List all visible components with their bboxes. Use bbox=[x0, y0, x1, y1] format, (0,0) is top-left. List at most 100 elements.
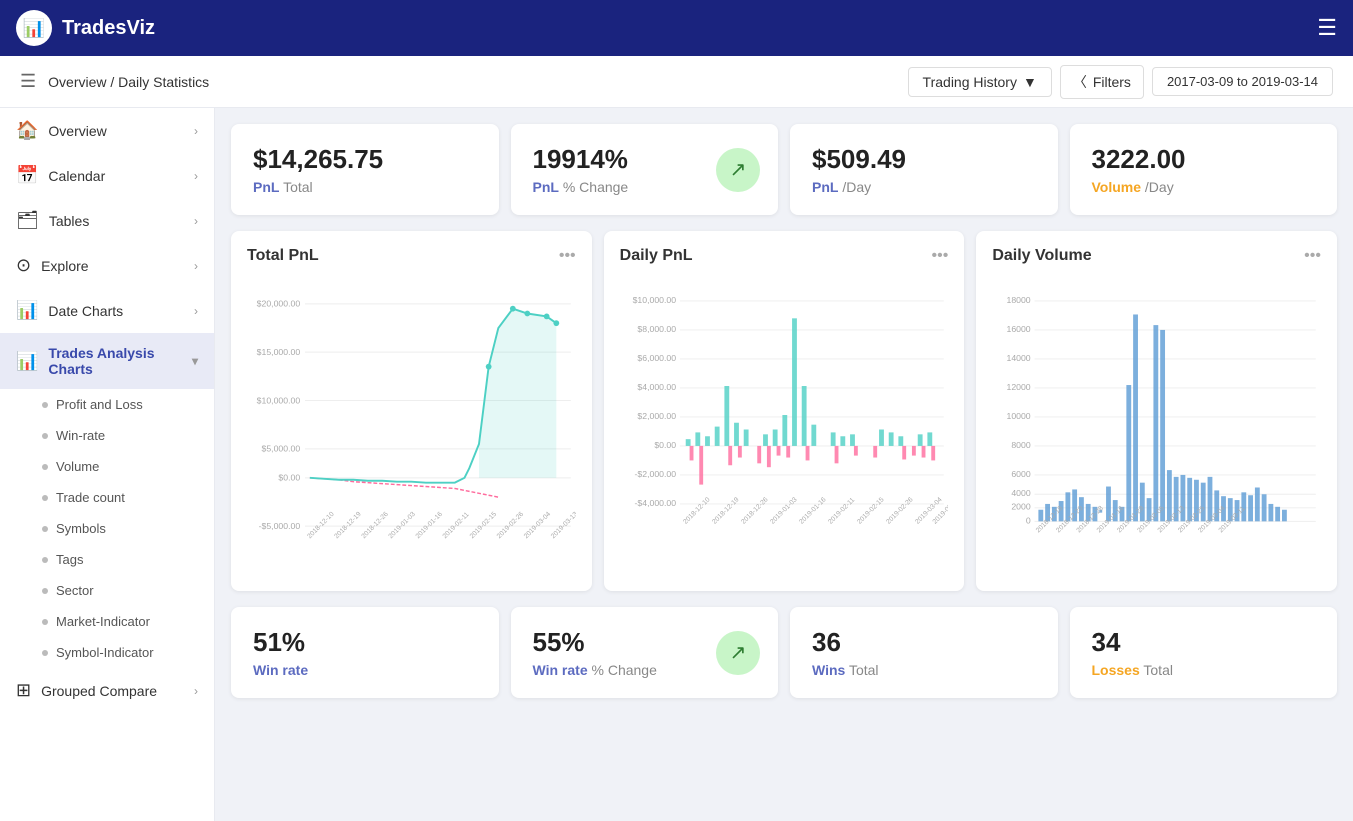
svg-text:2000: 2000 bbox=[1012, 502, 1031, 512]
sidebar-item-overview[interactable]: 🏠 Overview › bbox=[0, 108, 214, 153]
volume-label: Volume bbox=[1092, 179, 1142, 195]
sidebar-item-trades-analysis[interactable]: 📊 Trades Analysis Charts ▾ bbox=[0, 333, 214, 389]
sidebar-sub-symbol-indicator[interactable]: Symbol-Indicator bbox=[0, 637, 214, 668]
sidebar-item-grouped-compare[interactable]: ⊞ Grouped Compare › bbox=[0, 668, 214, 713]
top-nav: 📊 TradesViz ☰ bbox=[0, 0, 1353, 56]
wins-total-value: 36 bbox=[812, 627, 1036, 658]
volume-day-label: Volume /Day bbox=[1092, 179, 1316, 195]
chevron-icon: ▾ bbox=[192, 354, 198, 368]
svg-text:2018-12-10: 2018-12-10 bbox=[306, 511, 336, 541]
sidebar-sub-symbols[interactable]: Symbols bbox=[0, 513, 214, 544]
dot-icon bbox=[42, 433, 48, 439]
sidebar-label-trades-analysis: Trades Analysis Charts bbox=[48, 345, 182, 377]
sidebar-item-date-charts[interactable]: 📊 Date Charts › bbox=[0, 288, 214, 333]
grouped-compare-icon: ⊞ bbox=[16, 680, 31, 701]
wins-sublabel: Total bbox=[849, 662, 879, 678]
svg-text:-$4,000.00: -$4,000.00 bbox=[634, 498, 676, 508]
svg-text:-$2,000.00: -$2,000.00 bbox=[634, 469, 676, 479]
svg-text:2019-01-03: 2019-01-03 bbox=[387, 511, 417, 541]
svg-text:2019-03-13: 2019-03-13 bbox=[550, 511, 576, 541]
win-rate-pct-sublabel: % Change bbox=[592, 662, 657, 678]
sidebar-sub-market-indicator[interactable]: Market-Indicator bbox=[0, 606, 214, 637]
app-name: TradesViz bbox=[62, 17, 155, 40]
svg-text:6000: 6000 bbox=[1012, 469, 1031, 479]
sidebar-sub-volume[interactable]: Volume bbox=[0, 451, 214, 482]
top-stat-cards: $14,265.75 PnL Total 19914% PnL % Change… bbox=[231, 124, 1337, 215]
pnl-pct-sublabel: % Change bbox=[563, 179, 628, 195]
svg-text:$5,000.00: $5,000.00 bbox=[262, 444, 301, 454]
dot-icon bbox=[42, 526, 48, 532]
svg-text:2019-02-11: 2019-02-11 bbox=[827, 496, 856, 525]
sub-label-profit-loss: Profit and Loss bbox=[56, 397, 143, 412]
svg-text:2019-01-03: 2019-01-03 bbox=[769, 496, 799, 526]
sidebar-sub-sector[interactable]: Sector bbox=[0, 575, 214, 606]
chevron-icon: › bbox=[194, 214, 198, 228]
sidebar-item-calendar[interactable]: 📅 Calendar › bbox=[0, 153, 214, 198]
breadcrumb: Overview / Daily Statistics bbox=[48, 74, 209, 90]
trading-history-button[interactable]: Trading History ▼ bbox=[908, 67, 1052, 97]
sub-label-symbol-indicator: Symbol-Indicator bbox=[56, 645, 154, 660]
chart-menu-daily-pnl[interactable]: ••• bbox=[932, 247, 949, 265]
svg-text:2018-12-19: 2018-12-19 bbox=[333, 511, 363, 541]
main-content: $14,265.75 PnL Total 19914% PnL % Change… bbox=[215, 108, 1353, 821]
breadcrumb-right: Trading History ▼ 〈 Filters 2017-03-09 t… bbox=[908, 65, 1333, 99]
date-range-text: 2017-03-09 to 2019-03-14 bbox=[1167, 74, 1318, 89]
stat-card-pnl-total: $14,265.75 PnL Total bbox=[231, 124, 499, 215]
pnl-day-sublabel: /Day bbox=[842, 179, 871, 195]
volume-sublabel: /Day bbox=[1145, 179, 1174, 195]
chart-menu-daily-volume[interactable]: ••• bbox=[1304, 247, 1321, 265]
chart-header-total-pnl: Total PnL ••• bbox=[247, 247, 576, 265]
date-range-button[interactable]: 2017-03-09 to 2019-03-14 bbox=[1152, 67, 1333, 96]
sub-label-win-rate: Win-rate bbox=[56, 428, 105, 443]
losses-label: Losses bbox=[1092, 662, 1140, 678]
stat-card-losses-total: 34 Losses Total bbox=[1070, 607, 1338, 698]
filters-button[interactable]: 〈 Filters bbox=[1060, 65, 1144, 99]
losses-total-label: Losses Total bbox=[1092, 662, 1316, 678]
pnl-label: PnL bbox=[533, 179, 559, 195]
home-icon: 🏠 bbox=[16, 120, 38, 141]
daily-pnl-chart: $10,000.00 $8,000.00 $6,000.00 $4,000.00… bbox=[620, 275, 949, 555]
total-pnl-chart: $20,000.00 $15,000.00 $10,000.00 $5,000.… bbox=[247, 275, 576, 555]
svg-text:2019-02-15: 2019-02-15 bbox=[856, 496, 886, 526]
stat-card-win-rate: 51% Win rate bbox=[231, 607, 499, 698]
main-layout: 🏠 Overview › 📅 Calendar › 🗂 Tables › ⊙ E… bbox=[0, 108, 1353, 821]
sidebar-toggle-icon[interactable]: ☰ bbox=[20, 71, 36, 92]
pnl-day-value: $509.49 bbox=[812, 144, 1036, 175]
sidebar-sub-tags[interactable]: Tags bbox=[0, 544, 214, 575]
filters-label: Filters bbox=[1093, 74, 1131, 90]
dot-icon bbox=[42, 588, 48, 594]
svg-text:8000: 8000 bbox=[1012, 440, 1031, 450]
calendar-icon: 📅 bbox=[16, 165, 38, 186]
svg-text:2018-12-10: 2018-12-10 bbox=[682, 496, 712, 526]
chart-header-daily-volume: Daily Volume ••• bbox=[992, 247, 1321, 265]
stat-card-wins-total: 36 Wins Total bbox=[790, 607, 1058, 698]
chevron-icon: › bbox=[194, 124, 198, 138]
stat-card-win-rate-pct: 55% Win rate % Change ↗ bbox=[511, 607, 779, 698]
dot-icon bbox=[42, 650, 48, 656]
trades-analysis-icon: 📊 bbox=[16, 351, 38, 372]
wins-total-label: Wins Total bbox=[812, 662, 1036, 678]
chart-menu-total-pnl[interactable]: ••• bbox=[559, 247, 576, 265]
chart-card-daily-volume: Daily Volume ••• 18000 16000 14000 12000… bbox=[976, 231, 1337, 591]
sidebar-item-tables[interactable]: 🗂 Tables › bbox=[0, 198, 214, 243]
svg-text:10000: 10000 bbox=[1007, 411, 1031, 421]
sidebar-item-explore[interactable]: ⊙ Explore › bbox=[0, 243, 214, 288]
chevron-icon: › bbox=[194, 684, 198, 698]
logo-area: 📊 TradesViz bbox=[16, 10, 155, 46]
chevron-icon: › bbox=[194, 304, 198, 318]
svg-text:$4,000.00: $4,000.00 bbox=[637, 382, 676, 392]
sidebar-sub-profit-loss[interactable]: Profit and Loss bbox=[0, 389, 214, 420]
chart-title-total-pnl: Total PnL bbox=[247, 247, 319, 265]
chart-row: Total PnL ••• $20,000.00 $15,000.00 $10,… bbox=[231, 231, 1337, 591]
svg-text:12000: 12000 bbox=[1007, 382, 1031, 392]
sidebar-sub-win-rate[interactable]: Win-rate bbox=[0, 420, 214, 451]
bottom-stat-cards: 51% Win rate 55% Win rate % Change ↗ 36 … bbox=[231, 607, 1337, 698]
sidebar-sub-trade-count[interactable]: Trade count bbox=[0, 482, 214, 513]
menu-icon[interactable]: ☰ bbox=[1317, 15, 1337, 41]
sidebar-label-explore: Explore bbox=[41, 258, 88, 274]
svg-text:0: 0 bbox=[1026, 515, 1031, 525]
stat-card-volume-day: 3222.00 Volume /Day bbox=[1070, 124, 1338, 215]
svg-text:2019-03-04: 2019-03-04 bbox=[523, 511, 553, 541]
sub-label-market-indicator: Market-Indicator bbox=[56, 614, 150, 629]
svg-text:$15,000.00: $15,000.00 bbox=[257, 347, 301, 357]
